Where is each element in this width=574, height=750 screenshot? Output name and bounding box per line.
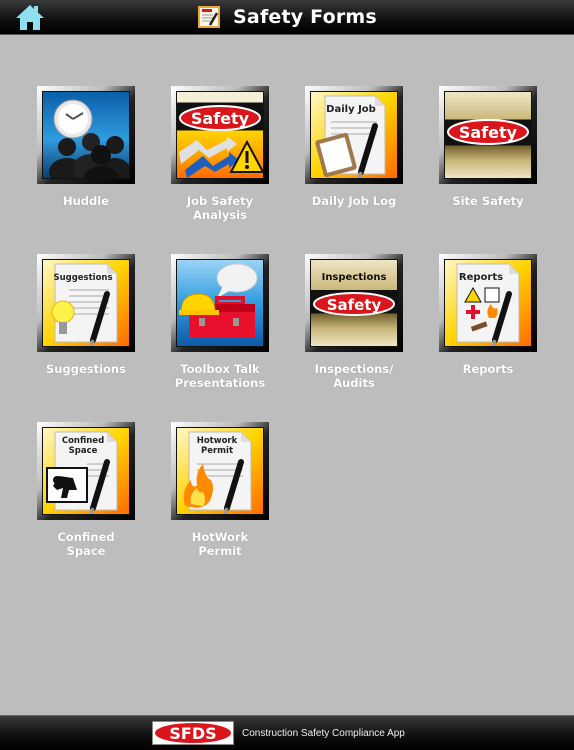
badge-text: Safety bbox=[459, 123, 518, 142]
tile-icon-frame bbox=[171, 254, 269, 352]
tile-job-safety-analysis[interactable]: Safety Job Safety Analysis bbox=[170, 86, 270, 222]
badge-text: Inspections bbox=[322, 272, 387, 283]
daily-job-log-icon: Daily Job bbox=[315, 95, 386, 178]
tile-daily-job-log[interactable]: Daily Job Daily Job Log bbox=[304, 86, 404, 208]
hotwork-permit-icon: Hotwork Permit bbox=[183, 431, 252, 514]
tile-inspections-audits[interactable]: Inspections Safety Inspections/ Audits bbox=[304, 254, 404, 390]
tile-icon-frame: Inspections Safety bbox=[305, 254, 403, 352]
tile-huddle[interactable]: Huddle bbox=[36, 86, 136, 208]
form-clipboard-icon bbox=[198, 6, 221, 28]
site-safety-icon: Safety bbox=[447, 119, 529, 145]
tile-label: Site Safety bbox=[452, 194, 524, 208]
tile-icon-frame: Safety bbox=[439, 86, 537, 184]
tile-label: Reports bbox=[462, 362, 514, 376]
tile-label: Daily Job Log bbox=[311, 194, 397, 208]
tile-toolbox-talk-presentations[interactable]: Toolbox Talk Presentations bbox=[170, 254, 270, 390]
toolbox-talk-icon bbox=[179, 263, 258, 338]
badge-text: Hotwork bbox=[197, 436, 238, 446]
tile-icon-frame: Safety bbox=[171, 86, 269, 184]
tile-site-safety[interactable]: Safety Site Safety bbox=[438, 86, 538, 208]
tile-label: Confined Space bbox=[57, 530, 115, 558]
confined-space-icon: Confined Space bbox=[46, 431, 118, 514]
top-bar: Safety Forms bbox=[0, 0, 574, 35]
inspections-icon: Inspections Safety bbox=[313, 272, 395, 316]
huddle-clock-people-icon bbox=[49, 99, 129, 178]
title-area: Safety Forms bbox=[0, 0, 574, 34]
badge-text-2: Permit bbox=[201, 446, 233, 456]
tile-icon-frame: Confined Space bbox=[37, 422, 135, 520]
tile-label: Toolbox Talk Presentations bbox=[174, 362, 266, 390]
footer-branding: SFDS Construction Safety Compliance App bbox=[152, 721, 405, 745]
badge-text: Suggestions bbox=[53, 273, 112, 283]
badge-text: Safety bbox=[191, 109, 250, 128]
bottom-bar: SFDS Construction Safety Compliance App bbox=[0, 715, 574, 750]
tile-icon-frame bbox=[37, 86, 135, 184]
badge-text: Reports bbox=[459, 272, 503, 283]
tile-label: Suggestions bbox=[46, 362, 126, 376]
tile-label: Inspections/ Audits bbox=[314, 362, 394, 390]
footer-tagline: Construction Safety Compliance App bbox=[242, 727, 405, 739]
tile-icon-frame: Hotwork Permit bbox=[171, 422, 269, 520]
tile-icon-frame: Suggestions bbox=[37, 254, 135, 352]
job-safety-analysis-icon: Safety bbox=[179, 105, 263, 178]
badge-text: Confined bbox=[62, 436, 104, 446]
badge-text-2: Safety bbox=[327, 296, 382, 314]
sfds-logo: SFDS bbox=[152, 721, 234, 745]
tile-label: HotWork Permit bbox=[191, 530, 249, 558]
tile-reports[interactable]: Reports Reports bbox=[438, 254, 538, 376]
logo-text: SFDS bbox=[169, 724, 216, 743]
reports-icon: Reports bbox=[456, 263, 520, 346]
tile-icon-frame: Daily Job bbox=[305, 86, 403, 184]
tile-label: Job Safety Analysis bbox=[186, 194, 254, 222]
badge-text: Daily Job bbox=[326, 104, 376, 115]
page-title: Safety Forms bbox=[233, 6, 377, 28]
badge-text-2: Space bbox=[69, 446, 98, 456]
suggestions-icon: Suggestions bbox=[51, 263, 118, 346]
tile-icon-frame: Reports bbox=[439, 254, 537, 352]
tile-suggestions[interactable]: Suggestions Suggestions bbox=[36, 254, 136, 376]
tile-confined-space[interactable]: Confined Space Confined Space bbox=[36, 422, 136, 558]
tile-label: Huddle bbox=[62, 194, 110, 208]
tile-hotwork-permit[interactable]: Hotwork Permit HotWork Permit bbox=[170, 422, 270, 558]
